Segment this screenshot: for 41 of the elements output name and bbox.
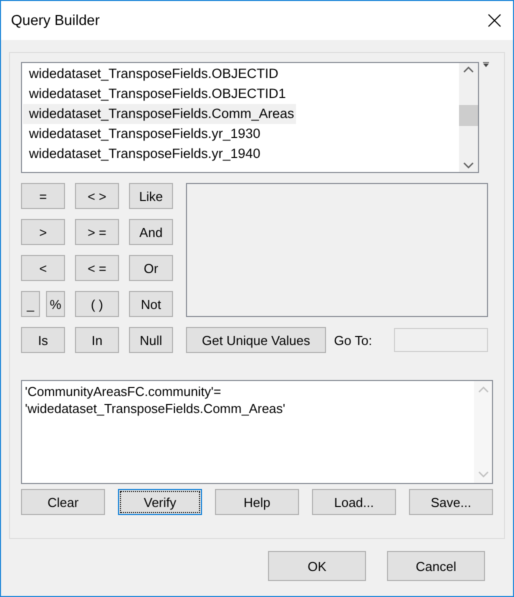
operator-button[interactable]: =: [21, 183, 65, 209]
get-unique-values-button[interactable]: Get Unique Values: [186, 327, 326, 353]
operator-button[interactable]: Like: [129, 183, 173, 209]
operator-button[interactable]: > =: [75, 219, 119, 245]
action-button[interactable]: Load...: [312, 489, 396, 515]
list-item[interactable]: widedataset_TransposeFields.OBJECTID: [23, 64, 280, 84]
operator-button[interactable]: < >: [75, 183, 119, 209]
dropdown-icon[interactable]: [483, 62, 489, 67]
window-title: Query Builder: [11, 12, 100, 28]
values-list[interactable]: [186, 183, 488, 317]
list-item[interactable]: widedataset_TransposeFields.OBJECTID1: [23, 84, 288, 104]
field-list[interactable]: widedataset_TransposeFields.OBJECTID widedataset_TransposeFields.OBJECTID1 widedataset_TransposeFields.Comm_Areas widedataset_TransposeFields.yr_1930 widedataset_TransposeFields.yr_1940: [21, 62, 479, 173]
cancel-button[interactable]: Cancel: [387, 551, 485, 581]
list-item[interactable]: widedataset_TransposeFields.Comm_Areas: [23, 104, 296, 124]
operator-button[interactable]: And: [129, 219, 173, 245]
close-icon[interactable]: [488, 14, 501, 27]
operator-button[interactable]: %: [46, 291, 65, 317]
operator-button[interactable]: < =: [75, 255, 119, 281]
operator-button[interactable]: ( ): [75, 291, 119, 317]
action-button[interactable]: Save...: [409, 489, 493, 515]
operator-button[interactable]: _: [21, 291, 40, 317]
list-item[interactable]: widedataset_TransposeFields.yr_1940: [23, 144, 262, 164]
ok-button[interactable]: OK: [268, 551, 366, 581]
operator-button[interactable]: Is: [21, 327, 65, 353]
operator-button[interactable]: Or: [129, 255, 173, 281]
expression-text: 'CommunityAreasFC.community'= 'widedataset_TransposeFields.Comm_Areas': [24, 383, 286, 418]
scroll-bar[interactable]: [459, 63, 478, 172]
operator-button[interactable]: <: [21, 255, 65, 281]
list-item[interactable]: widedataset_TransposeFields.yr_1930: [23, 124, 262, 144]
action-button[interactable]: Verify: [118, 489, 202, 515]
go-to-label: Go To:: [334, 332, 374, 348]
action-button[interactable]: Help: [215, 489, 299, 515]
scroll-up-icon[interactable]: [463, 66, 474, 73]
operator-button[interactable]: In: [75, 327, 119, 353]
operator-button[interactable]: Null: [129, 327, 173, 353]
scroll-down-icon[interactable]: [463, 162, 474, 169]
action-button[interactable]: Clear: [21, 489, 105, 515]
operator-button[interactable]: Not: [129, 291, 173, 317]
go-to-field[interactable]: [394, 328, 488, 352]
operator-button[interactable]: >: [21, 219, 65, 245]
scroll-thumb[interactable]: [459, 105, 478, 126]
